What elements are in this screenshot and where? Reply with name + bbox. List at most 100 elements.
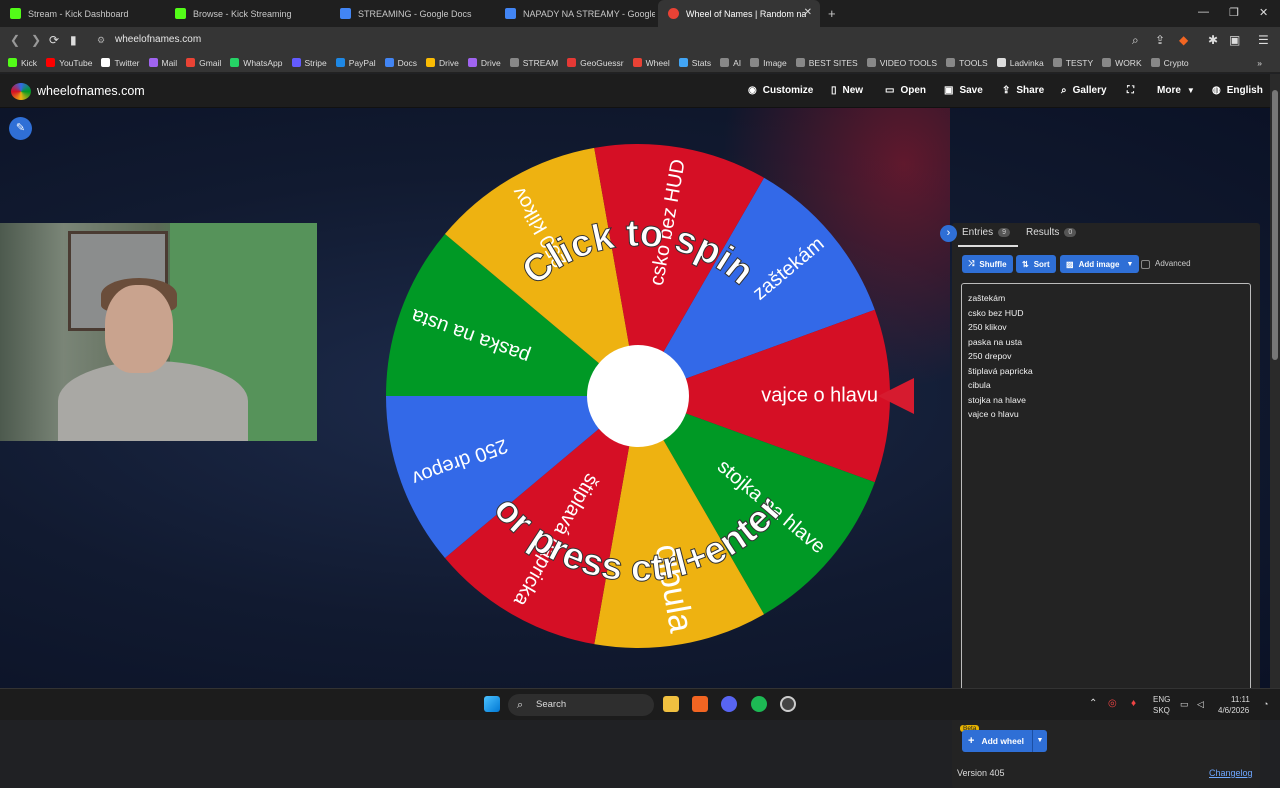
chevron-up-icon[interactable]: ⌃ (1089, 698, 1097, 709)
language-indicator[interactable]: ENG (1153, 695, 1170, 704)
site-name[interactable]: wheelofnames.com (37, 84, 145, 98)
add-wheel-button[interactable]: + Add wheel ▼ (962, 730, 1047, 752)
bookmark-item[interactable]: Kick (8, 58, 37, 68)
entries-textarea[interactable]: zaštekám csko bez HUD 250 klikov paska na u… (961, 283, 1251, 719)
bookmark-icon[interactable]: ▮ (70, 33, 77, 47)
share-button[interactable]: ⇪ Share (1002, 85, 1044, 96)
new-tab-button[interactable]: + (822, 0, 846, 27)
tab-entries[interactable]: Entries 9 (962, 227, 1011, 238)
bookmark-item[interactable]: VIDEO TOOLS (866, 58, 937, 68)
tab-streaming-doc[interactable]: STREAMING - Google Docs (330, 0, 495, 27)
tab-results[interactable]: Results 0 (1026, 227, 1077, 238)
add-image-button[interactable]: ▨ Add image ▼ (1060, 255, 1140, 273)
app-icon[interactable] (780, 696, 796, 712)
bookmark-item[interactable]: GeoGuessr (567, 58, 624, 68)
wheel-svg[interactable]: zaštekámvajce o hlavustojka na hlavecibu… (383, 141, 893, 651)
bookmark-item[interactable]: WhatsApp (230, 58, 283, 68)
save-button[interactable]: ▣ Save (944, 85, 983, 96)
menu-icon[interactable]: ☰ (1258, 33, 1269, 47)
bookmark-item[interactable]: AI (720, 58, 741, 68)
edit-pencil-icon[interactable]: ✎ (9, 117, 32, 140)
bookmark-item[interactable]: Mail (148, 58, 177, 68)
close-window-icon[interactable]: ✕ (1259, 6, 1268, 19)
page-scrollbar[interactable] (1270, 74, 1280, 688)
chevron-down-icon[interactable]: ▼ (1032, 730, 1047, 752)
file-explorer-icon[interactable] (663, 696, 679, 712)
collapse-panel-icon[interactable]: › (940, 225, 957, 242)
tab-kick-dashboard[interactable]: Stream - Kick Dashboard (0, 0, 165, 27)
bookmark-item[interactable]: Ladvinka (996, 58, 1044, 68)
advanced-checkbox[interactable] (1141, 260, 1150, 269)
bookmark-item[interactable]: Twitter (101, 58, 140, 68)
bookmark-item[interactable]: STREAM (509, 58, 558, 68)
new-button[interactable]: ▯ New (831, 85, 863, 96)
site-info-icon[interactable]: ⚙ (97, 31, 105, 49)
bookmark-item[interactable]: Stats (678, 58, 711, 68)
bookmark-item[interactable]: Docs (384, 58, 417, 68)
taskbar-search[interactable]: ⌕ Search (508, 694, 654, 716)
advanced-label[interactable]: Advanced (1155, 259, 1191, 268)
bookmark-label: Gmail (199, 57, 222, 68)
gallery-button[interactable]: ⌕ Gallery (1061, 85, 1107, 96)
kick-icon (10, 8, 21, 19)
bookmark-label: TESTY (1065, 57, 1094, 68)
url-field[interactable]: ⚙ wheelofnames.com (93, 31, 1203, 49)
volume-icon[interactable]: ◁ (1197, 699, 1204, 710)
maximize-icon[interactable]: ❐ (1229, 6, 1239, 19)
notifications-icon[interactable]: ◔ (1263, 699, 1268, 709)
clock-date[interactable]: 4/6/2026 (1218, 706, 1249, 715)
discord-icon[interactable] (721, 696, 737, 712)
more-button[interactable]: More ▼ (1157, 85, 1195, 96)
minimize-icon[interactable]: — (1198, 6, 1209, 18)
network-icon[interactable]: ▭ (1180, 699, 1189, 710)
bookmark-item[interactable]: PayPal (335, 58, 376, 68)
sort-button[interactable]: ⇅ Sort (1016, 255, 1056, 273)
changelog-link[interactable]: Changelog (1209, 768, 1253, 778)
close-tab-icon[interactable]: ✕ (804, 7, 812, 18)
bookmark-item[interactable]: Crypto (1150, 58, 1189, 68)
sidebar-icon[interactable]: ▣ (1229, 33, 1240, 47)
shuffle-button[interactable]: ⤨ Shuffle (962, 255, 1013, 273)
brave-icon[interactable] (692, 696, 708, 712)
language-button[interactable]: ◍ English (1212, 85, 1263, 96)
microphone-icon[interactable]: ♦ (1131, 698, 1136, 709)
fullscreen-button[interactable]: ⛶ (1127, 85, 1140, 96)
wheel-logo-icon[interactable] (11, 83, 31, 100)
bookmark-item[interactable]: YouTube (46, 58, 92, 68)
bookmark-item[interactable]: BEST SITES (795, 57, 858, 68)
scrollbar-thumb[interactable] (1272, 90, 1278, 360)
tab-kick-browse[interactable]: Browse - Kick Streaming (165, 0, 330, 27)
tray-app-icon[interactable]: ◎ (1108, 698, 1117, 709)
bookmark-item[interactable]: Image (750, 58, 787, 68)
zoom-icon[interactable]: ⌕ (1132, 33, 1139, 48)
bookmarks-overflow-icon[interactable]: » (1257, 58, 1262, 68)
folder-icon: ▭ (885, 85, 895, 96)
reload-icon[interactable]: ⟳ (49, 33, 59, 47)
bookmark-item[interactable]: TOOLS (946, 58, 988, 68)
bookmark-item[interactable]: Gmail (186, 58, 221, 68)
extensions-icon[interactable]: ✱ (1208, 33, 1218, 47)
entry-line: vajce o hlavu (968, 409, 1019, 419)
keyboard-layout-indicator[interactable]: SKQ (1153, 706, 1170, 715)
back-icon[interactable]: ❮ (10, 33, 20, 47)
bookmark-label: AI (733, 57, 742, 68)
brave-shield-icon[interactable]: ◆ (1179, 33, 1188, 47)
customize-button[interactable]: ◉ Customize (748, 85, 813, 96)
bookmark-item[interactable]: WORK (1102, 58, 1142, 68)
spotify-icon[interactable] (751, 696, 767, 712)
share-icon[interactable]: ⇪ (1155, 33, 1165, 47)
bookmark-item[interactable]: Drive (467, 58, 501, 68)
tab-wheel-of-names[interactable]: Wheel of Names | Random name ✕ (658, 0, 820, 27)
open-button[interactable]: ▭ Open (885, 85, 926, 96)
bookmark-item[interactable]: TESTY (1052, 57, 1094, 68)
bookmark-label: BEST SITES (808, 57, 858, 68)
bookmark-item[interactable]: Drive (426, 58, 459, 68)
bookmark-item[interactable]: Stripe (291, 58, 327, 68)
bookmark-item[interactable]: Wheel (632, 58, 670, 68)
tab-napady-doc[interactable]: NAPADY NA STREAMY - Google Doc (495, 0, 655, 27)
wheel-hub[interactable] (587, 345, 689, 447)
windows-start-icon[interactable] (484, 696, 500, 712)
forward-icon[interactable]: ❯ (31, 33, 41, 47)
clock-time[interactable]: 11:11 (1231, 695, 1250, 704)
wheel[interactable]: zaštekám vajce o hlavu stojka na hlave cibu… (383, 141, 893, 651)
